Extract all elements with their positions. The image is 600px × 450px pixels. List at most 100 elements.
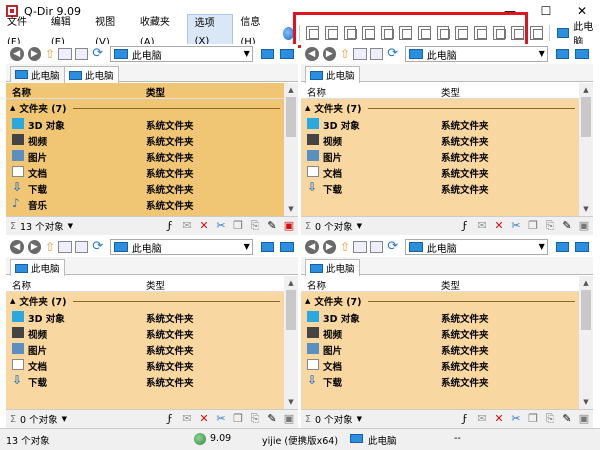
chevron-up-icon[interactable]: ▲ xyxy=(305,297,310,305)
layout-5-icon[interactable] xyxy=(399,26,413,40)
copy-icon[interactable]: ❐ xyxy=(526,412,540,426)
paste-icon[interactable]: ⎘ xyxy=(248,219,262,233)
column-name-header[interactable]: 名称 xyxy=(12,278,31,292)
scroll-up-icon[interactable]: ▲ xyxy=(284,276,298,290)
column-name-header[interactable]: 名称 xyxy=(307,85,326,99)
scroll-up-icon[interactable]: ▲ xyxy=(579,276,593,290)
layout-9-icon[interactable] xyxy=(474,26,487,40)
list-item[interactable]: 图片 系统文件夹 xyxy=(6,148,284,164)
scroll-thumb[interactable] xyxy=(286,290,296,330)
layout-icon[interactable] xyxy=(74,241,89,253)
cut-icon[interactable]: ✂ xyxy=(214,412,228,426)
run-icon[interactable]: ϝ xyxy=(163,219,177,233)
up-icon[interactable]: ⇧ xyxy=(340,48,350,60)
list-item[interactable]: ⇩ 下载 系统文件夹 xyxy=(301,373,579,389)
layout-12-icon[interactable] xyxy=(530,26,543,40)
computer-icon[interactable] xyxy=(280,242,295,252)
tab-this-pc[interactable]: 此电脑 xyxy=(305,66,360,83)
back-icon[interactable]: ◀ xyxy=(10,240,24,254)
list-item[interactable]: 3D 对象 系统文件夹 xyxy=(6,309,284,325)
list-item[interactable]: 文档 系统文件夹 xyxy=(301,357,579,373)
vertical-scrollbar[interactable]: ▲ ▼ xyxy=(284,83,298,216)
computer-icon[interactable] xyxy=(555,242,570,252)
globe-icon[interactable] xyxy=(282,26,295,40)
close-pane-icon[interactable]: ▣ xyxy=(577,219,591,233)
refresh-icon[interactable]: ⟳ xyxy=(387,47,401,61)
delete-icon[interactable]: ✕ xyxy=(492,412,506,426)
list-item[interactable]: 视频 系统文件夹 xyxy=(6,132,284,148)
delete-icon[interactable]: ✕ xyxy=(197,219,211,233)
address-bar[interactable]: 此电脑 ▼ xyxy=(404,46,548,62)
computer-icon[interactable] xyxy=(260,49,275,59)
close-pane-icon[interactable]: ▣ xyxy=(577,412,591,426)
layout-3-icon[interactable] xyxy=(362,26,375,40)
rename-icon[interactable]: ✎ xyxy=(560,412,574,426)
copy-icon[interactable]: ❐ xyxy=(526,219,540,233)
file-list[interactable]: 名称 类型 ▲ 文件夹 (7) 3D 对象 系统文件夹 视频 系统文件夹 图片 … xyxy=(301,83,579,216)
scroll-down-icon[interactable]: ▼ xyxy=(579,395,593,409)
list-item[interactable]: 图片 系统文件夹 xyxy=(6,341,284,357)
up-icon[interactable]: ⇧ xyxy=(340,241,350,253)
vertical-scrollbar[interactable]: ▲ ▼ xyxy=(579,83,593,216)
column-name-header[interactable]: 名称 xyxy=(12,85,31,99)
tab-this-pc-active[interactable]: 此电脑 xyxy=(64,66,119,83)
list-item[interactable]: 图片 系统文件夹 xyxy=(301,341,579,357)
computer-icon[interactable] xyxy=(555,49,570,59)
column-type-header[interactable]: 类型 xyxy=(441,85,460,99)
forward-icon[interactable]: ▶ xyxy=(27,240,42,254)
tab-this-pc[interactable]: 此电脑 xyxy=(10,66,65,82)
list-item[interactable]: 3D 对象 系统文件夹 xyxy=(301,309,579,325)
file-list[interactable]: 名称 类型 ▲ 文件夹 (7) 3D 对象 系统文件夹 视频 系统文件夹 图片 … xyxy=(6,83,284,216)
view-icon[interactable] xyxy=(58,241,72,253)
layout-icon[interactable] xyxy=(369,48,384,60)
list-item[interactable]: 文档 系统文件夹 xyxy=(6,357,284,373)
vertical-scrollbar[interactable]: ▲ ▼ xyxy=(284,276,298,409)
computer-icon[interactable] xyxy=(260,242,275,252)
refresh-icon[interactable]: ⟳ xyxy=(92,47,106,61)
cut-icon[interactable]: ✂ xyxy=(214,219,228,233)
layout-icon[interactable] xyxy=(74,48,89,60)
delete-icon[interactable]: ✕ xyxy=(197,412,211,426)
paste-icon[interactable]: ⎘ xyxy=(543,219,557,233)
column-type-header[interactable]: 类型 xyxy=(441,278,460,292)
computer-icon[interactable] xyxy=(575,242,590,252)
rename-icon[interactable]: ✎ xyxy=(265,219,279,233)
layout-4-icon[interactable] xyxy=(380,26,394,40)
close-pane-icon[interactable]: ▣ xyxy=(282,412,296,426)
forward-icon[interactable]: ▶ xyxy=(27,47,42,61)
layout-2-icon[interactable] xyxy=(343,26,357,40)
chevron-down-icon[interactable]: ▼ xyxy=(539,47,545,61)
list-item[interactable]: ⇩ 下载 系统文件夹 xyxy=(6,373,284,389)
paste-icon[interactable]: ⎘ xyxy=(543,412,557,426)
layout-7-icon[interactable] xyxy=(436,26,450,40)
refresh-icon[interactable]: ⟳ xyxy=(387,240,401,254)
file-list[interactable]: 名称 类型 ▲ 文件夹 (7) 3D 对象 系统文件夹 视频 系统文件夹 图片 … xyxy=(6,276,284,409)
file-list[interactable]: 名称 类型 ▲ 文件夹 (7) 3D 对象 系统文件夹 视频 系统文件夹 图片 … xyxy=(301,276,579,409)
chevron-down-icon[interactable]: ▼ xyxy=(357,222,362,230)
computer-icon[interactable] xyxy=(280,49,295,59)
rename-icon[interactable]: ✎ xyxy=(560,219,574,233)
run-icon[interactable]: ϝ xyxy=(163,412,177,426)
chevron-down-icon[interactable]: ▼ xyxy=(62,415,67,423)
scroll-down-icon[interactable]: ▼ xyxy=(579,202,593,216)
cut-icon[interactable]: ✂ xyxy=(509,219,523,233)
view-icon[interactable] xyxy=(353,48,367,60)
run-icon[interactable]: ϝ xyxy=(458,412,472,426)
back-icon[interactable]: ◀ xyxy=(305,47,319,61)
copy-icon[interactable]: ❐ xyxy=(231,219,245,233)
copy-icon[interactable]: ❐ xyxy=(231,412,245,426)
scroll-down-icon[interactable]: ▼ xyxy=(284,202,298,216)
column-name-header[interactable]: 名称 xyxy=(307,278,326,292)
scroll-thumb[interactable] xyxy=(581,97,591,137)
computer-icon[interactable] xyxy=(575,49,590,59)
layout-10-icon[interactable] xyxy=(492,26,506,40)
layout-menu-icon[interactable] xyxy=(306,26,319,40)
back-icon[interactable]: ◀ xyxy=(305,240,319,254)
layout-1-icon[interactable] xyxy=(324,26,338,40)
rename-icon[interactable]: ✎ xyxy=(265,412,279,426)
list-item[interactable]: ⇩ 下载 系统文件夹 xyxy=(6,180,284,196)
group-header[interactable]: ▲ 文件夹 (7) xyxy=(6,294,284,308)
vertical-scrollbar[interactable]: ▲ ▼ xyxy=(579,276,593,409)
delete-icon[interactable]: ✕ xyxy=(492,219,506,233)
group-header[interactable]: ▲ 文件夹 (7) xyxy=(6,101,284,115)
